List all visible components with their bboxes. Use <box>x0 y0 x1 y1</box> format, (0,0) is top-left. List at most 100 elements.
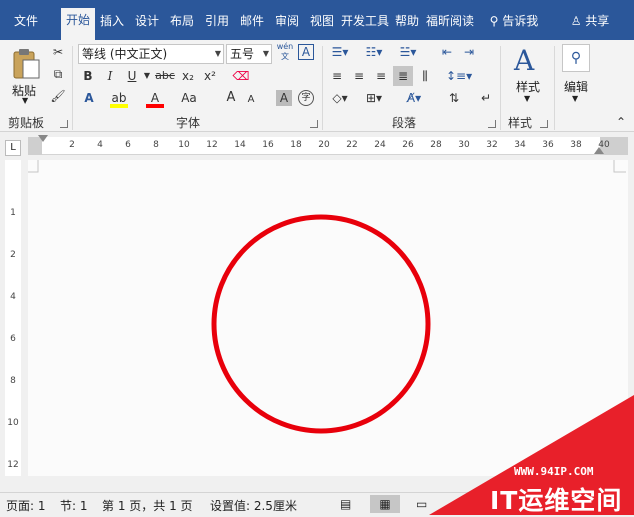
cut-icon[interactable]: ✂ <box>50 44 66 60</box>
highlight-icon[interactable]: ab <box>110 90 128 108</box>
styles-button[interactable]: A 样式 ▼ <box>506 44 550 108</box>
tab-mailings[interactable]: 邮件 <box>236 10 268 32</box>
collapse-ribbon-icon[interactable]: ⌃ <box>614 114 628 130</box>
wen-pinyin-icon[interactable]: wén 文 <box>276 42 294 62</box>
status-pages[interactable]: 第 1 页，共 1 页 <box>102 497 193 514</box>
ribbon: 粘贴 ▼ ✂ ⧉ 🖌 剪贴板 等线 (中文正文) ▼ 五号 ▼ wén 文 A … <box>0 40 634 132</box>
align-center-icon[interactable]: ≡ <box>350 68 368 84</box>
chevron-down-icon: ▼ <box>524 94 531 103</box>
chevron-down-icon: ▼ <box>214 49 221 58</box>
status-page[interactable]: 页面: 1 <box>6 497 46 514</box>
tab-foxit[interactable]: 福昕阅读 <box>426 10 474 32</box>
justify-icon[interactable]: ≣ <box>393 66 413 86</box>
borders-icon[interactable]: ⊞▾ <box>362 90 386 106</box>
clipboard-icon <box>13 49 40 79</box>
strikethrough-button[interactable]: abc <box>154 68 176 84</box>
copy-icon[interactable]: ⧉ <box>50 66 66 82</box>
char-shading-icon[interactable]: A <box>276 90 292 106</box>
tab-design[interactable]: 设计 <box>131 10 163 32</box>
clipboard-launcher-icon[interactable] <box>60 120 68 128</box>
ruler-number: 20 <box>318 140 330 150</box>
ruler-number: 14 <box>234 140 246 150</box>
share-button[interactable]: ♙ 共享 <box>562 10 618 32</box>
font-size-combo[interactable]: 五号 ▼ <box>226 44 272 64</box>
tab-review[interactable]: 审阅 <box>271 10 303 32</box>
ruler-number: 12 <box>7 460 19 470</box>
format-painter-icon[interactable]: 🖌 <box>50 88 66 104</box>
font-name-combo[interactable]: 等线 (中文正文) ▼ <box>78 44 224 64</box>
tab-home[interactable]: 开始 <box>61 8 95 40</box>
red-circle-shape[interactable] <box>211 214 431 434</box>
status-position[interactable]: 设置值: 2.5厘米 <box>210 497 297 514</box>
watermark-name: IT运维空间 <box>490 486 623 515</box>
search-icon: ⚲ <box>489 14 499 28</box>
styles-launcher-icon[interactable] <box>540 120 548 128</box>
clear-formatting-icon[interactable]: ⌫ <box>232 68 250 84</box>
underline-button[interactable]: U <box>124 68 140 84</box>
tab-selector[interactable]: L <box>5 140 21 156</box>
tab-layout[interactable]: 布局 <box>166 10 198 32</box>
font-color-icon[interactable]: A <box>146 90 164 108</box>
align-left-icon[interactable]: ≡ <box>328 68 346 84</box>
italic-button[interactable]: I <box>102 68 118 84</box>
ruler-number: 4 <box>97 140 103 150</box>
subscript-button[interactable]: x₂ <box>180 68 196 84</box>
change-case-button[interactable]: Aa <box>178 90 200 106</box>
numbering-icon[interactable]: ☷▾ <box>362 44 386 60</box>
vertical-ruler[interactable]: 12468101214 <box>5 160 21 512</box>
paragraph-launcher-icon[interactable] <box>488 120 496 128</box>
chevron-down-icon: ▼ <box>262 49 269 58</box>
font-launcher-icon[interactable] <box>310 120 318 128</box>
ruler-number: 10 <box>7 418 19 428</box>
font-color-letter: A <box>150 91 160 105</box>
horizontal-ruler[interactable]: 2 4 6 8 10 12 14 16 18 20 22 24 26 28 30 32 34 36 38 40 <box>28 135 628 155</box>
distributed-icon[interactable]: ⫼ <box>416 68 434 84</box>
ruler-number: 1 <box>10 208 16 218</box>
ruler-number: 2 <box>69 140 75 150</box>
chevron-down-icon: ▼ <box>572 94 579 103</box>
tab-help[interactable]: 帮助 <box>391 10 423 32</box>
tab-file[interactable]: 文件 <box>6 10 46 32</box>
increase-indent-icon[interactable]: ⇥ <box>460 44 478 60</box>
ruler-number: 18 <box>290 140 302 150</box>
user-icon: ♙ <box>570 14 582 28</box>
multilevel-list-icon[interactable]: ☱▾ <box>396 44 420 60</box>
clipboard-group-label: 剪贴板 <box>8 116 45 130</box>
ruler-number: 12 <box>206 140 218 150</box>
indent-marker-icon[interactable] <box>38 135 48 142</box>
bullets-icon[interactable]: ☰▾ <box>328 44 352 60</box>
tab-view[interactable]: 视图 <box>306 10 338 32</box>
sort-icon[interactable]: ⇅ <box>446 90 462 106</box>
chevron-down-icon[interactable]: ▼ <box>143 68 151 84</box>
read-mode-icon[interactable]: ▤ <box>340 497 351 511</box>
shrink-font-icon[interactable]: A <box>244 92 258 108</box>
char-border-icon[interactable]: A <box>298 44 314 60</box>
status-section[interactable]: 节: 1 <box>60 497 88 514</box>
line-spacing-icon[interactable]: ↕≡▾ <box>446 68 472 84</box>
paste-button[interactable]: 粘贴 ▼ <box>6 44 46 105</box>
text-effects-icon[interactable]: A <box>80 90 98 106</box>
decrease-indent-icon[interactable]: ⇤ <box>438 44 456 60</box>
ruler-number: 6 <box>10 334 16 344</box>
divider <box>72 46 73 130</box>
bold-button[interactable]: B <box>80 68 96 84</box>
tab-developer[interactable]: 开发工具 <box>341 10 389 32</box>
print-layout-icon[interactable]: ▦ <box>370 495 400 513</box>
ruler-number: 30 <box>458 140 470 150</box>
web-layout-icon[interactable]: ▭ <box>416 497 427 511</box>
wen-char-text: 文 <box>281 52 289 61</box>
superscript-button[interactable]: x² <box>202 68 218 84</box>
align-right-icon[interactable]: ≡ <box>372 68 390 84</box>
grow-font-icon[interactable]: A <box>224 90 238 106</box>
show-marks-icon[interactable]: ↵ <box>478 90 494 106</box>
tell-me-box[interactable]: ⚲ 告诉我 <box>482 10 546 32</box>
editing-button[interactable]: ⚲ 编辑 ▼ <box>560 44 596 108</box>
divider <box>500 46 501 130</box>
enclose-char-icon[interactable]: 字 <box>298 90 314 106</box>
tab-insert[interactable]: 插入 <box>96 10 128 32</box>
shading-icon[interactable]: ◇▾ <box>328 90 352 106</box>
chinese-layout-icon[interactable]: A̸▾ <box>402 90 426 106</box>
ribbon-tab-bar: 文件 开始 插入 设计 布局 引用 邮件 审阅 视图 开发工具 帮助 福昕阅读 … <box>0 0 634 40</box>
highlight-pen-icon: ab <box>111 91 127 105</box>
tab-references[interactable]: 引用 <box>201 10 233 32</box>
